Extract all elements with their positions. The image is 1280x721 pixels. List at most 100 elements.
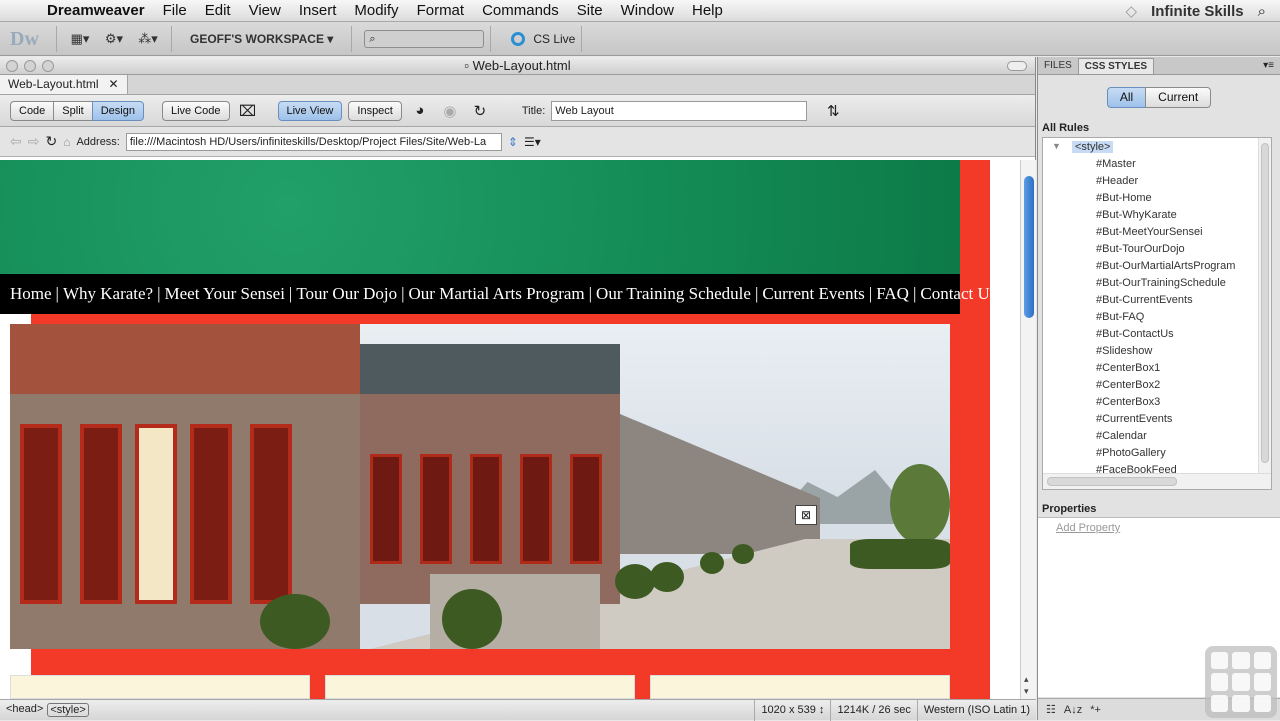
css-rule-but-contactus[interactable]: #But-ContactUs (1043, 326, 1271, 343)
menu-site[interactable]: Site (568, 2, 612, 19)
inspect-button[interactable]: Inspect (348, 100, 402, 121)
all-button[interactable]: All (1106, 87, 1147, 108)
add-property-link[interactable]: Add Property (1056, 522, 1120, 534)
zoom-window-button[interactable] (42, 60, 54, 72)
page-title-input[interactable]: Web Layout (551, 100, 808, 121)
scroll-thumb[interactable] (1261, 143, 1269, 463)
css-rule-but-home[interactable]: #But-Home (1043, 190, 1271, 207)
menu-format[interactable]: Format (408, 2, 474, 19)
visual-aids-icon[interactable]: ◉ (438, 100, 462, 122)
nav-faq[interactable]: FAQ (876, 284, 909, 304)
layout-icon[interactable]: ▦▾ (63, 28, 97, 50)
site-header[interactable] (0, 160, 960, 274)
menu-view[interactable]: View (240, 2, 290, 19)
site-icon[interactable]: ⁂▾ (131, 28, 165, 50)
code-view-button[interactable]: Code (10, 100, 55, 121)
home-icon[interactable]: ⌂ (63, 135, 70, 149)
css-rule-header[interactable]: #Header (1043, 173, 1271, 190)
tag-head[interactable]: <head> (4, 703, 45, 717)
menu-modify[interactable]: Modify (345, 2, 407, 19)
disclosure-triangle-icon[interactable]: ▼ (1052, 141, 1061, 151)
cs-live-button[interactable]: CS Live (511, 31, 575, 46)
tab-files[interactable]: FILES (1038, 58, 1078, 74)
status-info: 1020 x 539 ↕ 1214K / 26 sec Western (ISO… (754, 699, 1036, 721)
help-search-input[interactable]: ⌕ (364, 29, 485, 48)
refresh-address-icon[interactable]: ↻ (45, 133, 57, 150)
css-rule-centerbox2[interactable]: #CenterBox2 (1043, 377, 1271, 394)
rules-vertical-scrollbar[interactable] (1258, 138, 1271, 474)
center-box-1[interactable] (10, 675, 310, 699)
css-rule-but-ourtrainingschedule[interactable]: #But-OurTrainingSchedule (1043, 275, 1271, 292)
scroll-thumb[interactable] (1047, 477, 1177, 486)
current-button[interactable]: Current (1145, 87, 1212, 108)
back-arrow-icon[interactable]: ⇦ (10, 133, 22, 150)
nav-home[interactable]: Home (10, 284, 52, 304)
nav-martial-arts-program[interactable]: Our Martial Arts Program (409, 284, 585, 304)
css-rule-but-meetyoursensei[interactable]: #But-MeetYourSensei (1043, 224, 1271, 241)
check-compatibility-icon[interactable]: ⌧ (236, 100, 260, 122)
live-code-button[interactable]: Live Code (161, 100, 230, 121)
alpha-view-icon[interactable]: A↓z (1064, 704, 1082, 716)
document-tab[interactable]: Web-Layout.html ✕ (0, 74, 128, 94)
rules-horizontal-scrollbar[interactable] (1043, 473, 1271, 489)
nav-current-events[interactable]: Current Events (762, 284, 864, 304)
css-rule-but-faq[interactable]: #But-FAQ (1043, 309, 1271, 326)
category-view-icon[interactable]: ☷ (1046, 703, 1056, 716)
css-rule-photogallery[interactable]: #PhotoGallery (1043, 445, 1271, 462)
address-input[interactable]: file:///Macintosh HD/Users/infiniteskill… (125, 132, 502, 151)
css-rule-currentevents[interactable]: #CurrentEvents (1043, 411, 1271, 428)
panel-menu-icon[interactable]: ▾≡ (1263, 58, 1280, 74)
nav-tour-our-dojo[interactable]: Tour Our Dojo (296, 284, 397, 304)
css-rule-master[interactable]: #Master (1043, 156, 1271, 173)
live-view-options-icon[interactable]: ☰▾ (524, 135, 541, 149)
css-rule-slideshow[interactable]: #Slideshow (1043, 343, 1271, 360)
design-view[interactable]: Home | Why Karate? | Meet Your Sensei | Tou… (0, 160, 1020, 699)
address-dropdown-icon[interactable]: ⇕ (508, 135, 518, 149)
refresh-icon[interactable]: ↻ (468, 100, 492, 122)
live-view-button[interactable]: Live View (277, 100, 343, 121)
css-rule-but-whykarate[interactable]: #But-WhyKarate (1043, 207, 1271, 224)
minimize-window-button[interactable] (24, 60, 36, 72)
menu-commands[interactable]: Commands (473, 2, 568, 19)
css-rule-but-ourmartialartsprogram[interactable]: #But-OurMartialArtsProgram (1043, 258, 1271, 275)
center-box-2[interactable] (325, 675, 635, 699)
spotlight-search-icon[interactable]: ⌕ (1258, 3, 1266, 20)
css-rule-calendar[interactable]: #Calendar (1043, 428, 1271, 445)
split-view-button[interactable]: Split (53, 100, 93, 121)
css-rule-but-tourourdojo[interactable]: #But-TourOurDojo (1043, 241, 1271, 258)
menu-app[interactable]: Dreamweaver (38, 2, 154, 19)
nav-meet-your-sensei[interactable]: Meet Your Sensei (165, 284, 285, 304)
preview-browser-icon[interactable]: ◕ (408, 100, 432, 122)
slideshow-image[interactable] (10, 324, 950, 649)
forward-arrow-icon[interactable]: ⇨ (28, 133, 40, 150)
extend-gear-icon[interactable]: ⚙▾ (97, 28, 131, 50)
css-rule-centerbox3[interactable]: #CenterBox3 (1043, 394, 1271, 411)
menu-edit[interactable]: Edit (196, 2, 240, 19)
nav-training-schedule[interactable]: Our Training Schedule (596, 284, 751, 304)
divider (490, 25, 492, 52)
scroll-thumb[interactable] (1024, 176, 1034, 318)
scroll-arrows-icon[interactable]: ▴ ▾ (1024, 673, 1029, 697)
nav-why-karate[interactable]: Why Karate? (63, 284, 153, 304)
toolbar-toggle-button[interactable] (1007, 61, 1027, 71)
workspace-switcher[interactable]: GEOFF'S WORKSPACE ▾ (178, 32, 345, 46)
rule-style-root[interactable]: <style> (1043, 139, 1271, 156)
center-box-3[interactable] (650, 675, 950, 699)
window-size[interactable]: 1020 x 539 ↕ (754, 699, 830, 721)
design-view-button[interactable]: Design (91, 100, 144, 121)
file-management-icon[interactable]: ⇅ (821, 100, 845, 122)
ap-element-marker-icon[interactable]: ⊠ (795, 505, 817, 525)
menu-file[interactable]: File (154, 2, 196, 19)
css-rule-but-currentevents[interactable]: #But-CurrentEvents (1043, 292, 1271, 309)
design-vertical-scrollbar[interactable]: ▴ ▾ (1020, 160, 1036, 699)
tab-css-styles[interactable]: CSS STYLES (1077, 58, 1155, 74)
menu-window[interactable]: Window (612, 2, 683, 19)
css-rule-centerbox1[interactable]: #CenterBox1 (1043, 360, 1271, 377)
close-tab-icon[interactable]: ✕ (109, 77, 119, 91)
menu-help[interactable]: Help (683, 2, 732, 19)
tag-style[interactable]: <style> (47, 703, 89, 717)
nav-contact-us[interactable]: Contact Us (920, 284, 996, 304)
close-window-button[interactable] (6, 60, 18, 72)
menu-insert[interactable]: Insert (290, 2, 346, 19)
set-properties-icon[interactable]: *+ (1090, 704, 1101, 716)
